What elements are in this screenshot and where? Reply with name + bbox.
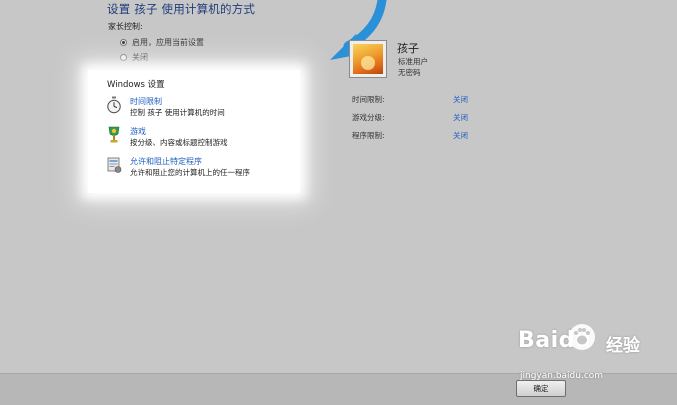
user-account-type: 标准用户	[398, 57, 428, 66]
programs-link[interactable]: 允许和阻止特定程序	[130, 156, 202, 167]
radio-option-on[interactable]: 启用，应用当前设置	[120, 37, 204, 48]
status-game-value: 关闭	[453, 113, 468, 122]
user-name: 孩子	[397, 42, 419, 55]
setting-programs[interactable]: 允许和阻止特定程序 允许和阻止您的计算机上的任一程序	[106, 156, 296, 182]
windows-settings-title: Windows 设置	[107, 80, 165, 90]
time-limits-description: 控制 孩子 使用计算机的时间	[130, 108, 225, 117]
avatar-flower-image	[353, 44, 383, 74]
games-link[interactable]: 游戏	[130, 126, 146, 137]
radio-off-label: 关闭	[132, 53, 148, 62]
parental-controls-label: 家长控制:	[108, 22, 143, 31]
watermark-text: 经验	[606, 336, 640, 356]
status-game-label: 游戏分级:	[352, 113, 385, 122]
status-program-label: 程序限制:	[352, 131, 385, 140]
baidu-watermark: Baidu 经验 jingyan.baidu.com	[518, 324, 668, 388]
status-program-value: 关闭	[453, 131, 468, 140]
user-password-status: 无密码	[398, 68, 421, 77]
games-description: 按分级、内容或标题控制游戏	[130, 138, 228, 147]
stopwatch-icon	[107, 96, 121, 114]
ok-button[interactable]: 确定	[516, 380, 566, 397]
radio-on-button[interactable]	[120, 39, 127, 46]
setting-games[interactable]: 游戏 按分级、内容或标题控制游戏	[106, 126, 296, 152]
status-time-value: 关闭	[453, 95, 468, 104]
time-limits-link[interactable]: 时间限制	[130, 96, 162, 107]
programs-description: 允许和阻止您的计算机上的任一程序	[130, 168, 250, 177]
status-time-label: 时间限制:	[352, 95, 385, 104]
radio-off-button[interactable]	[120, 54, 127, 61]
user-avatar	[349, 40, 387, 78]
program-icon	[107, 157, 122, 173]
paw-logo-icon	[569, 324, 595, 350]
trophy-icon	[108, 126, 120, 143]
radio-option-off[interactable]: 关闭	[120, 52, 148, 63]
windows-settings-panel: Windows 设置 时间限制 控制 孩子 使用计算机的时间 游戏 按分级、内容…	[88, 70, 300, 193]
radio-on-label: 启用，应用当前设置	[132, 38, 204, 47]
page-title: 设置 孩子 使用计算机的方式	[107, 2, 256, 16]
setting-time-limits[interactable]: 时间限制 控制 孩子 使用计算机的时间	[106, 96, 296, 122]
